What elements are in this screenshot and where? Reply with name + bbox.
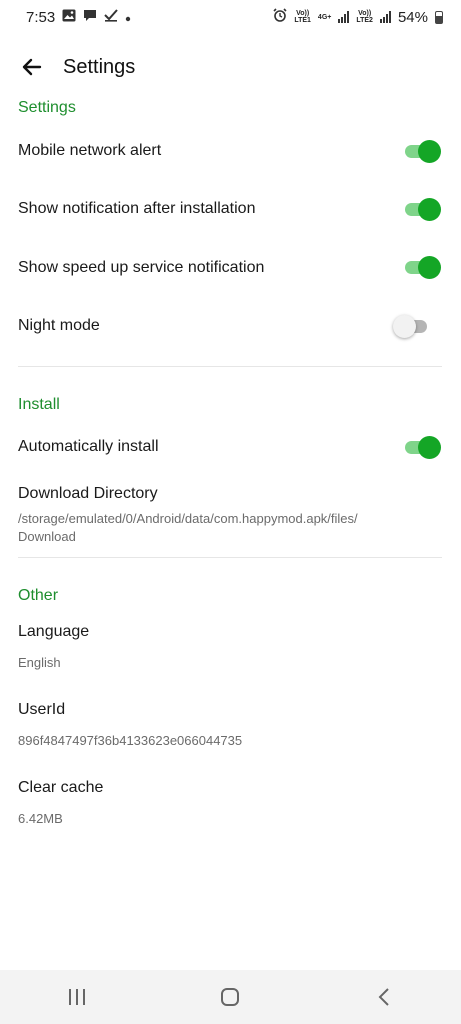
home-button[interactable] bbox=[200, 977, 260, 1017]
status-bar-left: 7:53 bbox=[26, 9, 131, 26]
home-icon bbox=[221, 988, 240, 1006]
automatically-install-label: Automatically install bbox=[18, 438, 159, 455]
user-id-value: 896f4847497f36b4133623e066044735 bbox=[18, 733, 243, 748]
back-button[interactable] bbox=[18, 53, 46, 81]
download-directory-path: /storage/emulated/0/Android/data/com.hap… bbox=[18, 511, 358, 544]
signal-icon bbox=[338, 11, 350, 23]
section-header-settings: Settings bbox=[18, 99, 76, 116]
section-divider bbox=[18, 366, 442, 367]
show-notification-after-installation-label: Show notification after installation bbox=[18, 200, 256, 217]
recents-icon bbox=[68, 989, 85, 1005]
show-speed-up-service-notification-label: Show speed up service notification bbox=[18, 259, 265, 276]
chat-icon bbox=[83, 9, 97, 26]
check-icon bbox=[104, 8, 118, 26]
section-header-other: Other bbox=[18, 587, 59, 604]
night-mode-toggle[interactable] bbox=[393, 314, 431, 338]
toggle-thumb bbox=[418, 140, 441, 163]
network-type-tag: 4G+ bbox=[317, 13, 332, 21]
page-title: Settings bbox=[63, 55, 136, 78]
show-notification-after-installation-toggle[interactable] bbox=[403, 197, 441, 221]
sim1-volte-tag: Vo)) LTE1 bbox=[294, 10, 311, 24]
recents-button[interactable] bbox=[47, 977, 107, 1017]
toggle-thumb bbox=[418, 436, 441, 459]
battery-percent: 54% bbox=[397, 8, 428, 26]
automatically-install-toggle[interactable] bbox=[403, 435, 441, 459]
status-bar-right: Vo)) LTE1 4G+ Vo)) LTE2 54% bbox=[273, 8, 443, 26]
alarm-icon bbox=[273, 8, 287, 26]
signal-icon-2 bbox=[379, 11, 391, 23]
arrow-left-icon bbox=[22, 58, 42, 76]
sim2-volte-tag: Vo)) LTE2 bbox=[356, 10, 373, 24]
battery-icon bbox=[435, 10, 443, 24]
back-icon bbox=[378, 988, 389, 1006]
night-mode-label: Night mode bbox=[18, 317, 100, 334]
toggle-thumb bbox=[418, 256, 441, 279]
status-time: 7:53 bbox=[26, 8, 56, 26]
status-bar: 7:53 Vo)) LTE1 4G+ Vo)) LTE2 54% bbox=[0, 0, 461, 34]
gallery-icon bbox=[62, 9, 76, 26]
toggle-thumb bbox=[393, 315, 416, 338]
user-id-label[interactable]: UserId bbox=[18, 701, 65, 719]
language-label[interactable]: Language bbox=[18, 623, 89, 641]
language-value: English bbox=[18, 655, 61, 670]
show-speed-up-service-notification-toggle[interactable] bbox=[403, 255, 441, 279]
nav-back-button[interactable] bbox=[354, 977, 414, 1017]
section-divider bbox=[18, 557, 442, 558]
mobile-network-alert-toggle[interactable] bbox=[403, 139, 441, 163]
clear-cache-value: 6.42MB bbox=[18, 811, 63, 826]
app-bar: Settings bbox=[0, 44, 461, 90]
section-header-install: Install bbox=[18, 396, 60, 413]
mobile-network-alert-label: Mobile network alert bbox=[18, 142, 162, 159]
download-directory-label[interactable]: Download Directory bbox=[18, 485, 158, 503]
toggle-thumb bbox=[418, 198, 441, 221]
dot-icon bbox=[125, 9, 131, 26]
clear-cache-label[interactable]: Clear cache bbox=[18, 779, 103, 797]
system-nav-bar bbox=[0, 970, 461, 1024]
